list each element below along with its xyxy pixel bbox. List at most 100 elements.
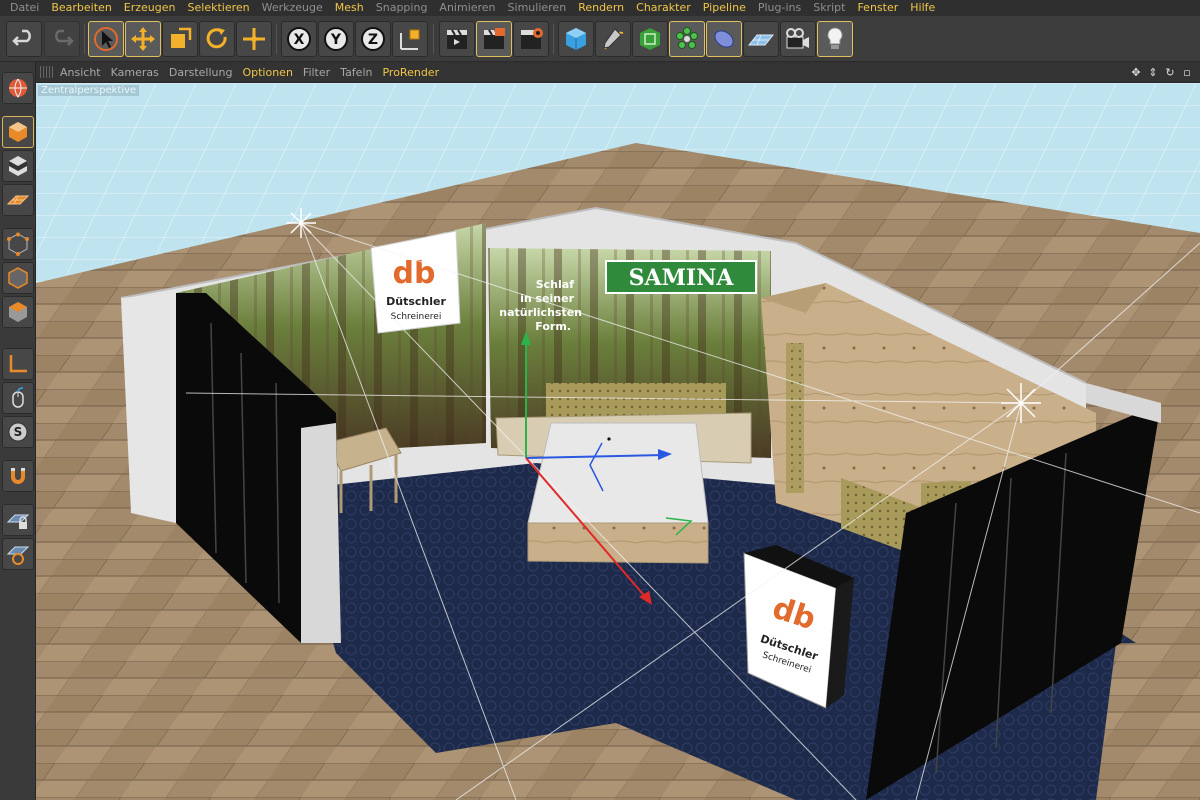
- render-region-button[interactable]: [476, 21, 512, 57]
- viewport-header: Ansicht Kameras Darstellung Optionen Filter T…: [36, 62, 1200, 83]
- deformer-button[interactable]: [706, 21, 742, 57]
- dolly-view-icon[interactable]: ⇕: [1146, 65, 1160, 79]
- banner-logo-letters: db: [393, 256, 436, 291]
- viewport-menu-optionen[interactable]: Optionen: [242, 66, 300, 79]
- coord-system-icon: [400, 29, 420, 50]
- move-view-icon[interactable]: ✥: [1129, 65, 1143, 79]
- render-settings-button[interactable]: [513, 21, 549, 57]
- toggle-view-icon[interactable]: ▫: [1180, 65, 1194, 79]
- banner-brand-sub: Schreinerei: [391, 312, 442, 322]
- cloner-button[interactable]: [669, 21, 705, 57]
- points-cube-icon: [7, 232, 29, 256]
- edges-cube-icon: [8, 267, 28, 289]
- move-tool-button[interactable]: [125, 21, 161, 57]
- menu-plug-ins[interactable]: Plug-ins: [752, 0, 807, 16]
- menu-simulieren[interactable]: Simulieren: [502, 0, 573, 16]
- tweak-mode-button[interactable]: [2, 382, 34, 414]
- model-mode-button[interactable]: [2, 116, 34, 148]
- viewport-grip[interactable]: [40, 66, 54, 78]
- undo-button[interactable]: [6, 21, 42, 57]
- viewport-nav-controls: ✥ ⇕ ↻ ▫: [1129, 65, 1194, 79]
- menu-mesh[interactable]: Mesh: [329, 0, 370, 16]
- menu-rendern[interactable]: Rendern: [572, 0, 630, 16]
- polygon-cube-icon: [9, 302, 27, 322]
- lock-workplane-button[interactable]: [2, 504, 34, 536]
- clapboard-icon: [484, 28, 505, 49]
- axis-x-label: X: [294, 32, 305, 48]
- left-tool-palette: S: [0, 62, 36, 800]
- points-mode-button[interactable]: [2, 228, 34, 260]
- camera-button[interactable]: [780, 21, 816, 57]
- banner-brand-name: Dütschler: [386, 295, 446, 308]
- menu-pipeline[interactable]: Pipeline: [697, 0, 752, 16]
- menu-erzeugen[interactable]: Erzeugen: [118, 0, 182, 16]
- floor-button[interactable]: [743, 21, 779, 57]
- menu-animieren[interactable]: Animieren: [433, 0, 501, 16]
- cloner-icon: [676, 27, 698, 49]
- magnet-icon: [11, 468, 25, 484]
- snapping-button[interactable]: S: [2, 416, 34, 448]
- edges-mode-button[interactable]: [2, 262, 34, 294]
- viewport-menu-kameras[interactable]: Kameras: [111, 66, 167, 79]
- svg-text:S: S: [14, 425, 23, 439]
- coordinate-system-button[interactable]: [392, 21, 428, 57]
- polygons-mode-button[interactable]: [2, 296, 34, 328]
- scale-tool-button[interactable]: [162, 21, 198, 57]
- menu-bar: Datei Bearbeiten Erzeugen Selektieren Werkze…: [0, 0, 1200, 16]
- pen-spline-button[interactable]: [595, 21, 631, 57]
- globe-icon: [9, 78, 27, 98]
- scene-render: db Dütschler Schreinerei SAMINA Schlaf i…: [36, 83, 1200, 800]
- make-editable-button[interactable]: [2, 72, 34, 104]
- dutschler-banner: db Dütschler Schreinerei: [370, 230, 461, 334]
- mouse-icon: [12, 387, 24, 408]
- menu-werkzeuge[interactable]: Werkzeuge: [256, 0, 329, 16]
- workplane-mode-button[interactable]: [2, 184, 34, 216]
- render-view-button[interactable]: [439, 21, 475, 57]
- viewport-menu-darstellung[interactable]: Darstellung: [169, 66, 241, 79]
- rotate-tool-button[interactable]: [199, 21, 235, 57]
- scale-icon: [171, 27, 192, 48]
- cube-icon: [9, 122, 27, 142]
- axis-z-button[interactable]: Z: [355, 21, 391, 57]
- axis-y-button[interactable]: Y: [318, 21, 354, 57]
- viewport-menu-prorender[interactable]: ProRender: [382, 66, 447, 79]
- redo-button[interactable]: [44, 21, 80, 57]
- select-tool-button[interactable]: [88, 21, 124, 57]
- 3d-viewport[interactable]: db Dütschler Schreinerei SAMINA Schlaf i…: [36, 83, 1200, 800]
- axis-y-label: Y: [330, 32, 342, 48]
- menu-datei[interactable]: Datei: [4, 0, 45, 16]
- menu-charakter[interactable]: Charakter: [630, 0, 697, 16]
- light-button[interactable]: [817, 21, 853, 57]
- menu-hilfe[interactable]: Hilfe: [904, 0, 941, 16]
- menu-bearbeiten[interactable]: Bearbeiten: [45, 0, 117, 16]
- viewport-menu-filter[interactable]: Filter: [303, 66, 338, 79]
- rotate-view-icon[interactable]: ↻: [1163, 65, 1177, 79]
- clapboard-gear-icon: [521, 28, 543, 49]
- subdivision-button[interactable]: [632, 21, 668, 57]
- plus-move-icon: [243, 28, 265, 50]
- lightbulb-icon: [827, 27, 843, 49]
- grid-plane-icon: [6, 195, 30, 205]
- live-select-button[interactable]: [236, 21, 272, 57]
- texture-mode-button[interactable]: [2, 150, 34, 182]
- menu-fenster[interactable]: Fenster: [851, 0, 904, 16]
- rotate-icon: [206, 28, 227, 49]
- menu-skript[interactable]: Skript: [807, 0, 851, 16]
- samina-banner: SAMINA: [605, 260, 757, 294]
- move-icon: [131, 27, 155, 51]
- axis-icon: [9, 355, 27, 373]
- light-source-right: [1001, 383, 1041, 423]
- lock-grid-icon: [6, 514, 30, 529]
- viewport-menu-tafeln[interactable]: Tafeln: [340, 66, 380, 79]
- cube-primitive-button[interactable]: [558, 21, 594, 57]
- menu-snapping[interactable]: Snapping: [370, 0, 434, 16]
- viewport-menu-ansicht[interactable]: Ansicht: [60, 66, 109, 79]
- axis-mode-button[interactable]: [2, 348, 34, 380]
- slogan-line-3: natürlichsten: [499, 306, 582, 319]
- main-toolbar: X Y Z: [0, 16, 1200, 62]
- menu-selektieren[interactable]: Selektieren: [182, 0, 256, 16]
- axis-x-button[interactable]: X: [281, 21, 317, 57]
- magnet-button[interactable]: [2, 460, 34, 492]
- checker-cube-icon: [9, 156, 27, 176]
- align-workplane-button[interactable]: [2, 538, 34, 570]
